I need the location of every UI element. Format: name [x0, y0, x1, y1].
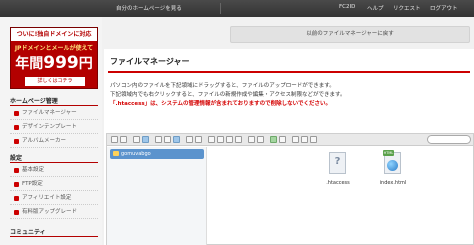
description-line-2: 下記領域内でも右クリックすると、ファイルの新規作成や編集・アクセス制限などができ…: [110, 92, 346, 98]
sidebar-item-label: FTP設定: [22, 181, 43, 187]
edit-icon[interactable]: [270, 136, 277, 143]
ad-headline: ついに!独自ドメインに対応: [11, 28, 97, 41]
logout-link[interactable]: ログアウト: [430, 4, 458, 12]
sidebar: ついに!独自ドメインに対応 JPドメインとメールが使えて 年間999円 詳しくは…: [0, 17, 102, 245]
sidebar-item-label: 基本設定: [22, 167, 45, 173]
ad-price: 年間999円: [11, 53, 97, 73]
unknown-file-icon: ?: [329, 152, 346, 174]
sidebar-item-label: デザインテンプレート: [22, 124, 77, 130]
bullet-icon: [14, 111, 19, 116]
back-icon[interactable]: [111, 136, 118, 143]
html-file-icon: HTML: [383, 150, 401, 174]
page-title: ファイルマネージャー: [110, 57, 190, 66]
sidebar-item-design-template[interactable]: デザインテンプレート: [10, 121, 98, 134]
sidebar-item-album-maker[interactable]: アルバムメーカー: [10, 135, 98, 148]
open-icon[interactable]: [186, 136, 193, 143]
forward-icon[interactable]: [120, 136, 127, 143]
section-rule: [10, 105, 98, 106]
sidebar-item-affiliate-settings[interactable]: アフィリエイト設定: [10, 192, 98, 205]
sidebar-item-ftp-settings[interactable]: FTP設定: [10, 178, 98, 191]
fc2id-link[interactable]: FC2ID: [339, 4, 355, 10]
bullet-icon: [14, 182, 19, 187]
sidebar-item-basic-settings[interactable]: 基本設定: [10, 164, 98, 177]
archive-icon[interactable]: [279, 136, 286, 143]
new-folder-icon[interactable]: [155, 136, 162, 143]
section-rule: [10, 162, 98, 163]
fc2-logo[interactable]: [0, 0, 110, 17]
file-item-index-html[interactable]: HTML index.html: [373, 150, 413, 196]
ad-details-button[interactable]: 詳しくはコチラ: [25, 77, 85, 86]
delete-icon[interactable]: [248, 136, 255, 143]
info-icon[interactable]: [208, 136, 215, 143]
cut-icon[interactable]: [226, 136, 233, 143]
reload-icon[interactable]: [133, 136, 140, 143]
file-search-input[interactable]: [427, 135, 471, 144]
domain-ad-banner[interactable]: ついに!独自ドメインに対応 JPドメインとメールが使えて 年間999円 詳しくは…: [10, 27, 98, 89]
paste-icon[interactable]: [235, 136, 242, 143]
sidebar-item-label: ファイルマネージャー: [22, 110, 77, 116]
sidebar-item-paid-upgrade[interactable]: 有料版アップグレード: [10, 206, 98, 219]
bullet-icon: [14, 196, 19, 201]
globe-icon: [387, 160, 398, 171]
title-rule: [108, 71, 470, 73]
top-nav-bar: 自分のホームページを見る FC2ID ヘルプ リクエスト ログアウト: [0, 0, 474, 17]
ad-price-suffix: 円: [78, 56, 93, 72]
revert-old-file-manager-button[interactable]: 以前のファイルマネージャーに戻す: [230, 26, 470, 43]
file-list-area[interactable]: ? .htaccess HTML index.html: [208, 147, 473, 245]
sidebar-item-file-manager[interactable]: ファイルマネージャー: [10, 107, 98, 120]
view-homepage-link[interactable]: 自分のホームページを見る: [116, 4, 182, 12]
view-list-icon[interactable]: [301, 136, 308, 143]
main-panel: 以前のファイルマネージャーに戻す ファイルマネージャー パソコン内のファイルを下…: [104, 17, 474, 245]
tree-root-folder[interactable]: gomuvabgo: [110, 149, 204, 159]
content-area: ファイルマネージャー パソコン内のファイルを下記領域にドラッグすると、ファイルの…: [104, 49, 474, 245]
help-link[interactable]: ヘルプ: [367, 4, 384, 12]
file-name: .htaccess: [326, 180, 350, 186]
question-mark-glyph: ?: [334, 156, 341, 167]
htaccess-warning: 「.htaccess」は、システムの管理情報が含まれておりますので削除しないでく…: [110, 101, 331, 107]
help-icon[interactable]: [310, 136, 317, 143]
tree-root-label: gomuvabgo: [121, 151, 151, 157]
file-type-badge: HTML: [383, 150, 394, 156]
section-homepage-admin: ホームページ管理: [10, 98, 58, 105]
sidebar-item-label: アフィリエイト設定: [22, 195, 72, 201]
rename-icon[interactable]: [257, 136, 264, 143]
bullet-icon: [14, 139, 19, 144]
upload-icon[interactable]: [173, 136, 180, 143]
folder-tree: gomuvabgo: [107, 147, 207, 245]
download-icon[interactable]: [195, 136, 202, 143]
file-manager-toolbar: [107, 134, 473, 146]
section-community: コミュニティ: [10, 229, 46, 236]
ad-subline: JPドメインとメールが使えて: [14, 45, 94, 52]
description-line-1: パソコン内のファイルを下記領域にドラッグすると、ファイルのアップロードができます…: [110, 83, 335, 89]
file-manager-widget[interactable]: gomuvabgo ? .htaccess HTML index.html: [106, 133, 474, 245]
sidebar-item-label: アルバムメーカー: [22, 138, 66, 144]
sidebar-item-label: 有料版アップグレード: [22, 209, 78, 215]
ad-price-number: 999: [43, 53, 79, 73]
section-rule: [10, 236, 98, 237]
file-item-htaccess[interactable]: ? .htaccess: [318, 152, 358, 196]
file-name: index.html: [379, 180, 407, 186]
bullet-icon: [14, 168, 19, 173]
ad-price-prefix: 年間: [15, 56, 44, 72]
view-icons-icon[interactable]: [292, 136, 299, 143]
new-file-icon[interactable]: [164, 136, 171, 143]
bullet-icon: [14, 210, 19, 215]
home-icon[interactable]: [142, 136, 149, 143]
nav-divider: [220, 3, 221, 14]
request-link[interactable]: リクエスト: [393, 4, 421, 12]
copy-icon[interactable]: [217, 136, 224, 143]
folder-icon: [113, 151, 119, 156]
bullet-icon: [14, 125, 19, 130]
section-settings: 設定: [10, 155, 23, 162]
